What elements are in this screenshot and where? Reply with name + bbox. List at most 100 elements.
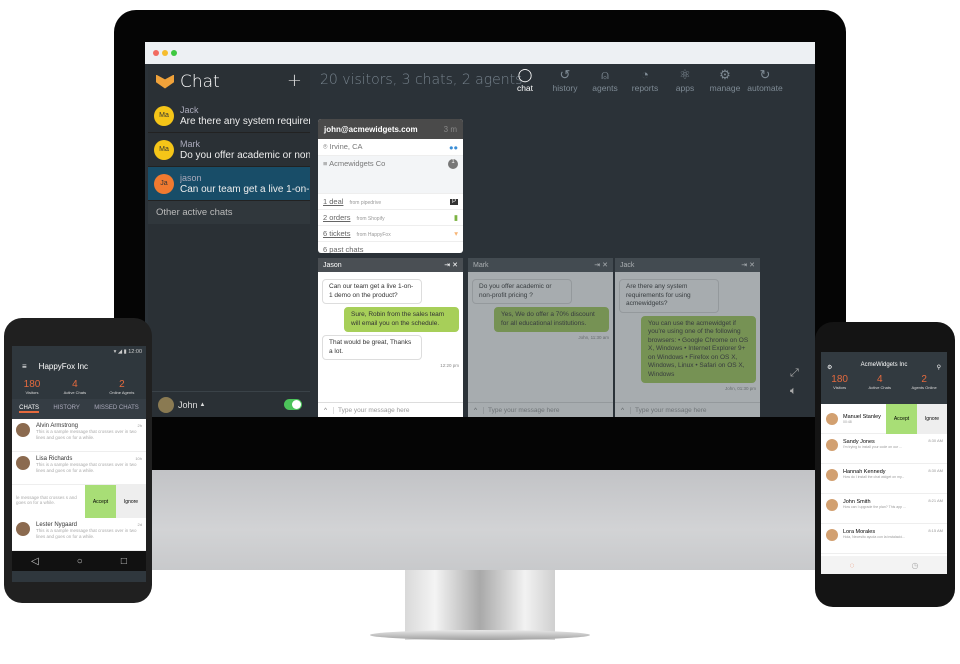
ignore-button[interactable]: Ignore (116, 485, 146, 518)
stat-label: Online Agents (109, 390, 135, 395)
message-input[interactable]: ^ Type your message here (615, 402, 760, 417)
message-input[interactable]: ^ Type your message here (318, 402, 463, 417)
happyfox-logo-icon (156, 74, 174, 89)
agents-icon[interactable]: ⚲ (937, 364, 941, 371)
tab-chats[interactable]: CHATS (19, 405, 40, 413)
availability-toggle[interactable] (284, 399, 302, 410)
stat: 4 Active Chats (64, 379, 86, 395)
message-placeholder: Type your message here (635, 407, 707, 414)
nav-label: automate (747, 83, 783, 93)
refresh-icon: ↻ (759, 67, 771, 82)
item-message: le message that crosses s and goes on fo… (16, 495, 77, 505)
item-message: How do I install the chat widget on my..… (843, 475, 905, 479)
window-titlebar (145, 42, 815, 64)
new-chat-button[interactable]: + (287, 70, 302, 91)
orders-source: from Shopify (356, 216, 385, 222)
item-time: 10h (135, 456, 142, 461)
chat-window: Jason ⇥ ✕ Can our team get a live 1-on-1 d… (318, 258, 463, 417)
nav-chat[interactable]: ◯ chat (505, 66, 545, 93)
close-window-button[interactable] (153, 50, 159, 56)
item-message: I'm trying to install your code on our .… (843, 445, 903, 449)
list-item[interactable]: Lora Morales Hola, Necesito ayuda con la … (821, 524, 947, 554)
accept-button[interactable]: Accept (85, 485, 116, 518)
close-icon[interactable]: ✕ (452, 262, 458, 269)
gear-icon[interactable]: ⚙ (827, 364, 832, 371)
message-input[interactable]: ^ Type your message here (468, 402, 613, 417)
caret-up-icon[interactable]: ▲ (200, 402, 206, 408)
avatar (826, 469, 838, 481)
past-chats-link[interactable]: 6 past chats (323, 245, 363, 253)
accept-button[interactable]: Accept (886, 403, 917, 434)
app-title: Chat (180, 71, 220, 92)
recents-icon[interactable]: □ (121, 556, 127, 567)
close-icon[interactable]: ✕ (749, 262, 755, 269)
tickets-link[interactable]: 6 tickets (323, 229, 351, 238)
menu-icon[interactable]: ≡ (22, 362, 27, 371)
location-pin-icon: ⌾ (323, 142, 328, 151)
list-item[interactable]: John Smith How can I upgrade the plan? Th… (821, 494, 947, 524)
chevron-up-icon[interactable]: ^ (468, 407, 484, 414)
close-icon[interactable]: ✕ (602, 262, 608, 269)
message-bubble: Yes, We do offer a 70% discount for all … (494, 307, 609, 332)
ignore-button[interactable]: Ignore (917, 403, 947, 434)
transfer-icon[interactable]: ⇥ (444, 262, 450, 269)
maximize-window-button[interactable] (171, 50, 177, 56)
tab-history[interactable]: HISTORY (53, 405, 79, 413)
chat-list: MaJackAre there any system requirem…MaMa… (148, 99, 310, 201)
item-time: 2h (137, 423, 142, 428)
swiped-item: le message that crosses s and goes on fo… (12, 485, 146, 518)
chat-list-item[interactable]: Ma JackAre there any system requirem… (148, 99, 310, 133)
message-bubble: Are there any system requirements for us… (619, 279, 719, 313)
expand-icon[interactable]: ⤢ (790, 364, 799, 382)
nav-manage[interactable]: ⚙ manage (705, 66, 745, 93)
item-time: 8:30 AM (928, 468, 943, 473)
transfer-icon[interactable]: ⇥ (594, 262, 600, 269)
history-tab-icon[interactable]: ◷ (911, 561, 918, 570)
visitor-location: Irvine, CA (329, 142, 363, 151)
message-bubble: Sure, Robin from the sales team will ema… (344, 307, 459, 332)
minimize-window-button[interactable] (162, 50, 168, 56)
message-placeholder: Type your message here (488, 407, 560, 414)
stat-label: Visitors (833, 385, 847, 390)
android-tabs: CHATS HISTORY MISSED CHATS (12, 399, 146, 419)
chat-list-item[interactable]: Ma Mark Do you offer academic or non… (148, 133, 310, 167)
avatar: Ma (154, 139, 174, 160)
list-item[interactable]: Lisa Richards This is a sample message th… (12, 452, 146, 485)
orders-link[interactable]: 2 orders (323, 213, 351, 222)
item-message: This is a sample message that crosses ov… (36, 429, 137, 440)
nav-apps[interactable]: ⚛ apps (665, 66, 705, 93)
company-count-badge: 1 (448, 159, 458, 169)
chat-item-text: jason Can our team get a live 1-on-… (180, 173, 310, 195)
agent-status-bar: John ▲ (148, 391, 310, 417)
nav-label: chat (516, 83, 534, 93)
chevron-up-icon[interactable]: ^ (318, 407, 334, 414)
nav-reports[interactable]: ◔ reports (625, 66, 665, 93)
android-chat-list: Alvin Armstrong This is a sample message … (12, 419, 146, 551)
item-text: Hannah Kennedy How do I install the chat … (843, 469, 904, 488)
sound-icon[interactable]: 🔈︎ (790, 382, 799, 400)
item-time: 8:15 AM (928, 528, 943, 533)
item-time: 8:30 AM (928, 438, 943, 443)
chat-list-item[interactable]: Ja jason Can our team get a live 1-on-… (148, 167, 310, 201)
chat-tab-icon[interactable]: ◌ (850, 561, 855, 570)
deals-link[interactable]: 1 deal (323, 197, 343, 206)
home-icon[interactable]: ○ (77, 556, 83, 567)
nav-history[interactable]: ↺ history (545, 66, 585, 93)
history-icon: ↺ (559, 67, 571, 82)
chevron-up-icon[interactable]: ^ (615, 407, 631, 414)
list-item[interactable]: Sandy Jones I'm trying to install your co… (821, 434, 947, 464)
tab-missed-chats[interactable]: MISSED CHATS (94, 405, 139, 413)
nav-agents[interactable]: ⍝ agents (585, 66, 625, 93)
list-item[interactable]: Hannah Kennedy How do I install the chat … (821, 464, 947, 494)
list-item[interactable]: Lester Nygaard This is a sample message t… (12, 518, 146, 551)
agent-name[interactable]: John (178, 400, 198, 410)
other-active-chats[interactable]: Other active chats (148, 201, 310, 224)
transfer-icon[interactable]: ⇥ (741, 262, 747, 269)
stat-label: Visitors (25, 390, 39, 395)
list-item[interactable]: Alvin Armstrong This is a sample message … (12, 419, 146, 452)
back-icon[interactable]: ◁ (31, 556, 39, 567)
visitor-summary: 20 visitors, 3 chats, 2 agents (320, 72, 523, 88)
main-nav: ◯ chat ↺ history ⍝ agents ◔ reports ⚛ apps ⚙ manage… (505, 66, 785, 93)
nav-automate[interactable]: ↻ automate (745, 66, 785, 93)
side-controls: ⤢ 🔈︎ (790, 364, 799, 400)
